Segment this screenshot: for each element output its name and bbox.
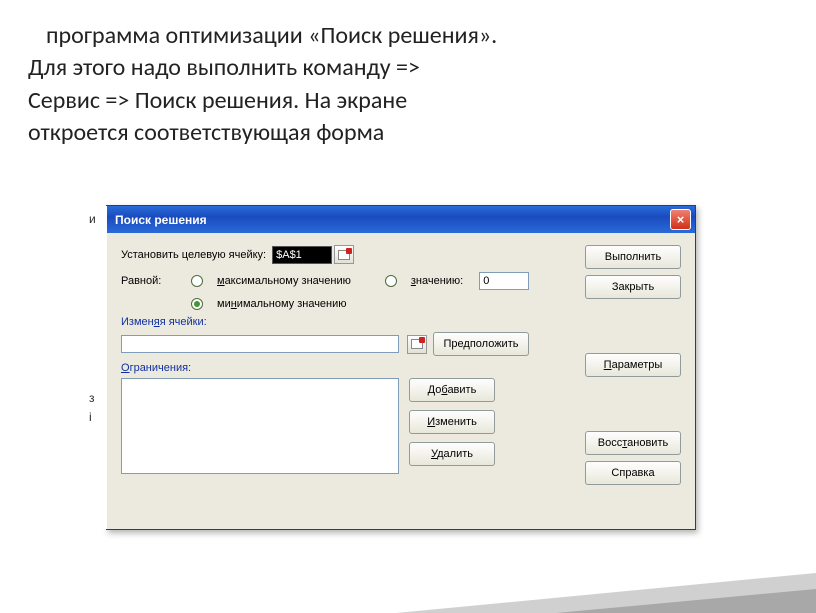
changing-cells-input[interactable] (121, 335, 399, 353)
guess-button[interactable]: Предположить (433, 332, 529, 356)
dialog-right-buttons: Выполнить Закрыть Параметры Восстановить… (585, 245, 681, 485)
target-cell-input[interactable] (272, 246, 332, 264)
add-button[interactable]: Добавить (409, 378, 495, 402)
decorative-wedge (356, 523, 816, 613)
equal-to-label: Равной: (121, 275, 181, 287)
restore-button[interactable]: Восстановить (585, 431, 681, 455)
run-button[interactable]: Выполнить (585, 245, 681, 269)
help-button[interactable]: Справка (585, 461, 681, 485)
delete-button[interactable]: Удалить (409, 442, 495, 466)
close-icon[interactable]: × (670, 209, 691, 230)
heading-line-1: программа оптимизации «Поиск решения». (46, 21, 497, 50)
params-button[interactable]: Параметры (585, 353, 681, 377)
solver-dialog: и з і Поиск решения × Установить целевую… (106, 205, 696, 530)
range-picker-button-2[interactable] (407, 335, 427, 354)
constraints-listbox[interactable] (121, 378, 399, 474)
radio-max[interactable] (191, 275, 203, 287)
heading-line-2: Для этого надо выполнить команду => (28, 53, 420, 82)
radio-value[interactable] (385, 275, 397, 287)
heading-line-4: откроется соответствующая форма (28, 118, 384, 147)
dialog-title: Поиск решения (115, 213, 207, 227)
page-description: программа оптимизации «Поиск решения». Д… (0, 0, 816, 150)
range-picker-icon (411, 339, 423, 349)
heading-line-3: Сервис => Поиск решения. На экране (28, 86, 407, 115)
target-cell-label: Установить целевую ячейку: (121, 249, 266, 261)
radio-min[interactable] (191, 298, 203, 310)
dialog-titlebar[interactable]: Поиск решения × (107, 206, 695, 233)
radio-max-label: ммаксимальному значениюаксимальному знач… (217, 275, 351, 287)
value-input[interactable] (479, 272, 529, 290)
background-sliver: и з і (98, 206, 107, 529)
change-button[interactable]: Изменить (409, 410, 495, 434)
close-button[interactable]: Закрыть (585, 275, 681, 299)
range-picker-icon (338, 250, 350, 260)
radio-min-label: минимальному значению (217, 298, 347, 310)
range-picker-button[interactable] (334, 245, 354, 264)
radio-value-label: значению: (411, 275, 463, 287)
